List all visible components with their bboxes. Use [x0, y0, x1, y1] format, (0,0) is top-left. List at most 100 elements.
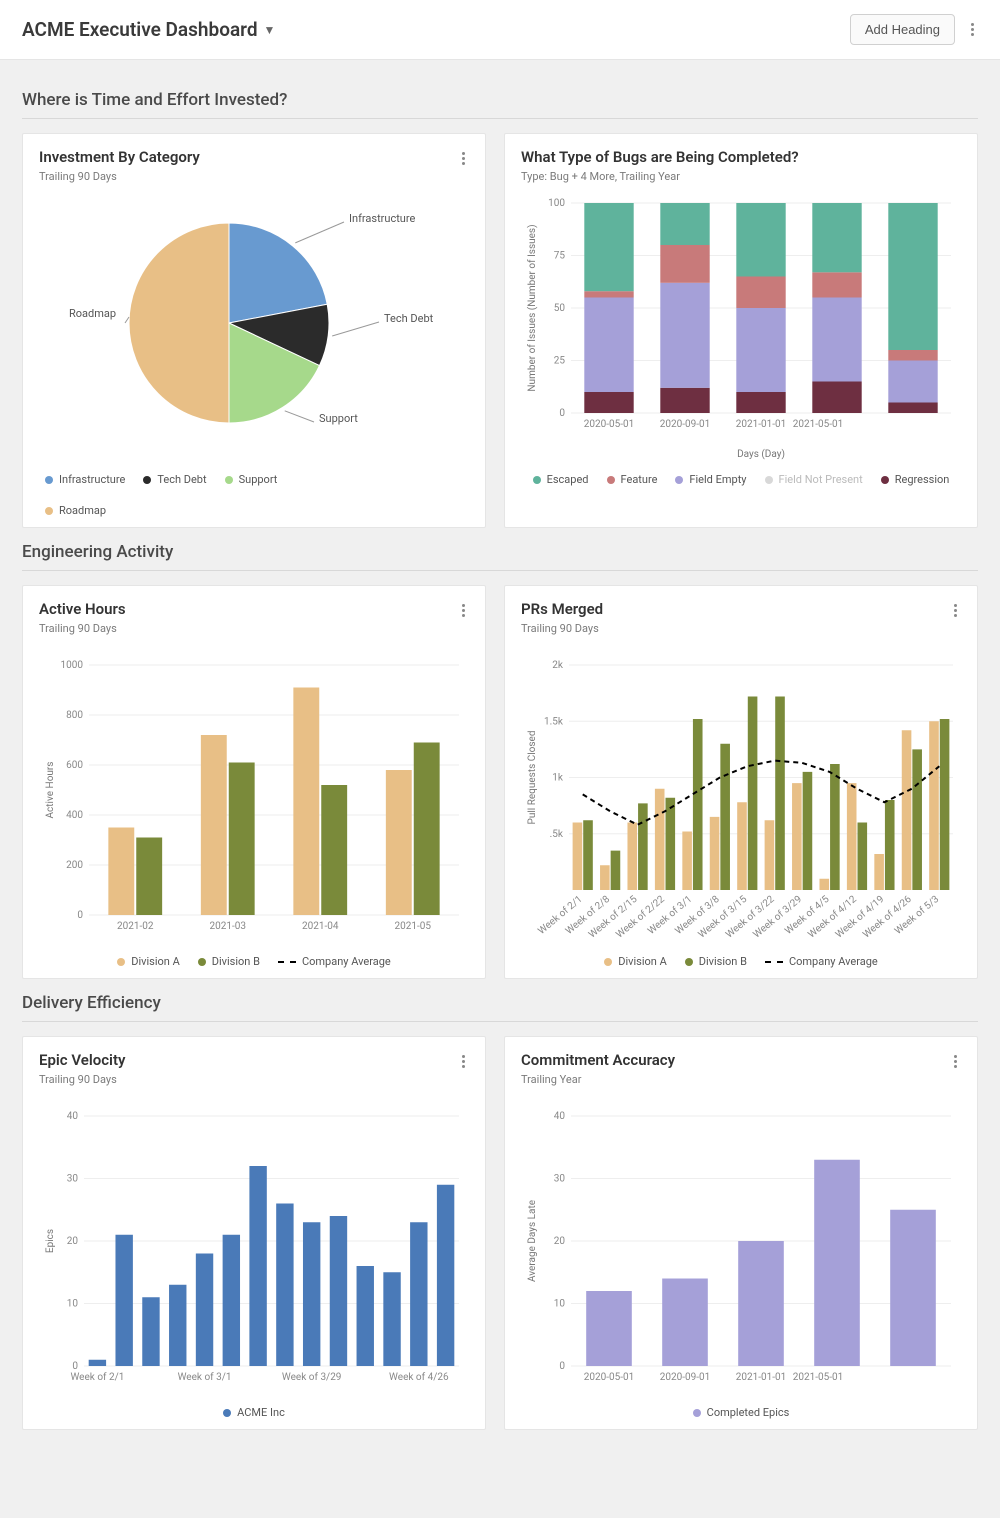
legend-item: Tech Debt [157, 473, 206, 486]
legend-item: Company Average [789, 955, 878, 968]
svg-text:25: 25 [554, 356, 566, 367]
legend-item: Division A [618, 955, 667, 968]
svg-text:2021-04: 2021-04 [302, 921, 339, 932]
svg-text:Roadmap: Roadmap [69, 307, 116, 320]
chart-stacked-bar: 0 25 50 75 100 Number of Issues (Number of Is… [521, 193, 961, 463]
page-title: ACME Executive Dashboard [22, 18, 258, 41]
svg-text:Tech Debt: Tech Debt [384, 312, 434, 325]
section-rule [22, 1021, 978, 1022]
svg-text:40: 40 [67, 1111, 79, 1122]
svg-text:1.5k: 1.5k [544, 716, 564, 727]
svg-text:Epics: Epics [45, 1229, 56, 1253]
legend-item: Regression [895, 473, 950, 486]
svg-text:Week of 4/26: Week of 4/26 [389, 1371, 449, 1383]
card-title: Commitment Accuracy [521, 1051, 675, 1069]
svg-text:20: 20 [554, 1236, 566, 1247]
svg-text:0: 0 [559, 408, 565, 419]
page-title-wrap[interactable]: ACME Executive Dashboard ▼ [22, 18, 275, 41]
svg-text:10: 10 [67, 1299, 79, 1310]
top-actions: Add Heading [850, 14, 978, 45]
caret-down-icon: ▼ [264, 23, 276, 37]
legend-item: Infrastructure [59, 473, 125, 486]
card-subtitle: Trailing 90 Days [39, 1073, 125, 1086]
legend: Completed Epics [521, 1406, 961, 1419]
svg-text:2021-01-01: 2021-01-01 [736, 419, 787, 430]
legend-item: Division B [212, 955, 260, 968]
svg-text:Week of 3/29: Week of 3/29 [282, 1371, 342, 1383]
card-menu-icon[interactable] [458, 1051, 469, 1072]
svg-text:1k: 1k [552, 773, 564, 784]
svg-text:100: 100 [548, 198, 565, 209]
svg-text:50: 50 [554, 303, 566, 314]
section-title-investment: Where is Time and Effort Invested? [22, 90, 978, 110]
topbar: ACME Executive Dashboard ▼ Add Heading [0, 0, 1000, 60]
svg-text:2020-05-01: 2020-05-01 [584, 419, 635, 430]
svg-text:Number of Issues (Number of Is: Number of Issues (Number of Issues) [526, 224, 538, 391]
svg-text:20: 20 [67, 1236, 79, 1247]
svg-text:2021-01-01: 2021-01-01 [736, 1372, 787, 1383]
card-menu-icon[interactable] [458, 148, 469, 169]
legend-item: Field Not Present [779, 473, 863, 486]
chart-grouped-bar-line: .5k1k1.5k2kPull Requests ClosedWeek of 2… [521, 645, 961, 945]
svg-text:400: 400 [66, 810, 83, 821]
svg-text:2021-05-01: 2021-05-01 [793, 1372, 844, 1383]
section-rule [22, 118, 978, 119]
page-menu-icon[interactable] [967, 19, 978, 40]
chart-grouped-bar: 02004006008001000Active Hours2021-022021… [39, 645, 469, 945]
legend-item: Support [239, 473, 278, 486]
svg-text:2021-05-01: 2021-05-01 [793, 419, 844, 430]
section-title-delivery: Delivery Efficiency [22, 993, 978, 1013]
legend-item: Escaped [547, 473, 589, 486]
legend: ACME Inc [39, 1406, 469, 1419]
card-subtitle: Trailing Year [521, 1073, 675, 1086]
svg-text:800: 800 [66, 710, 83, 721]
svg-text:40: 40 [554, 1111, 566, 1122]
svg-text:Week of 3/1: Week of 3/1 [178, 1371, 232, 1383]
card-title: Active Hours [39, 600, 126, 618]
svg-text:75: 75 [554, 251, 566, 262]
svg-text:Week of 2/1: Week of 2/1 [70, 1371, 124, 1383]
svg-text:Average Days Late: Average Days Late [527, 1200, 538, 1282]
card-active-hours: Active Hours Trailing 90 Days 0200400600… [22, 585, 486, 979]
svg-text:Active Hours: Active Hours [45, 762, 56, 819]
legend-item: Division B [699, 955, 747, 968]
card-subtitle: Trailing 90 Days [39, 170, 200, 183]
svg-text:30: 30 [67, 1174, 79, 1185]
legend: Division A Division B Company Average [521, 955, 961, 968]
svg-text:2020-09-01: 2020-09-01 [660, 419, 711, 430]
svg-text:2021-05: 2021-05 [395, 921, 432, 932]
svg-text:Infrastructure: Infrastructure [349, 212, 416, 225]
card-prs-merged: PRs Merged Trailing 90 Days .5k1k1.5k2kP… [504, 585, 978, 979]
svg-text:0: 0 [77, 910, 83, 921]
card-investment-category: Investment By Category Trailing 90 Days … [22, 133, 486, 528]
card-menu-icon[interactable] [458, 600, 469, 621]
svg-text:0: 0 [559, 1361, 565, 1372]
svg-text:10: 10 [554, 1299, 566, 1310]
legend-item: Division A [131, 955, 180, 968]
card-bug-types: What Type of Bugs are Being Completed? T… [504, 133, 978, 528]
legend-item: Feature [621, 473, 658, 486]
card-title: Epic Velocity [39, 1051, 125, 1069]
card-epic-velocity: Epic Velocity Trailing 90 Days 0 10 20 30 40… [22, 1036, 486, 1430]
card-menu-icon[interactable] [950, 600, 961, 621]
legend-item: ACME Inc [237, 1406, 285, 1419]
svg-text:2020-09-01: 2020-09-01 [660, 1372, 711, 1383]
svg-text:200: 200 [66, 860, 83, 871]
card-menu-icon[interactable] [950, 1051, 961, 1072]
svg-text:0: 0 [72, 1361, 78, 1372]
svg-text:Pull Requests Closed: Pull Requests Closed [527, 731, 538, 825]
svg-text:2020-05-01: 2020-05-01 [584, 1372, 635, 1383]
add-heading-button[interactable]: Add Heading [850, 14, 955, 45]
legend-item: Completed Epics [707, 1406, 790, 1419]
svg-text:600: 600 [66, 760, 83, 771]
legend: Escaped Feature Field Empty Field Not Pr… [521, 473, 961, 486]
legend-item: Company Average [302, 955, 391, 968]
card-commitment: Commitment Accuracy Trailing Year 010203… [504, 1036, 978, 1430]
svg-text:2k: 2k [552, 660, 564, 671]
card-subtitle: Type: Bug + 4 More, Trailing Year [521, 170, 799, 183]
chart-bar: 010203040Average Days Late2020-05-012020… [521, 1096, 961, 1396]
card-title: Investment By Category [39, 148, 200, 166]
svg-text:2021-03: 2021-03 [210, 921, 246, 932]
chart-bar: 0 10 20 30 40 Epics Week of 2/1 Week of 3/1 Week… [39, 1096, 469, 1396]
legend: Infrastructure Tech Debt Support Roadmap [39, 473, 469, 517]
